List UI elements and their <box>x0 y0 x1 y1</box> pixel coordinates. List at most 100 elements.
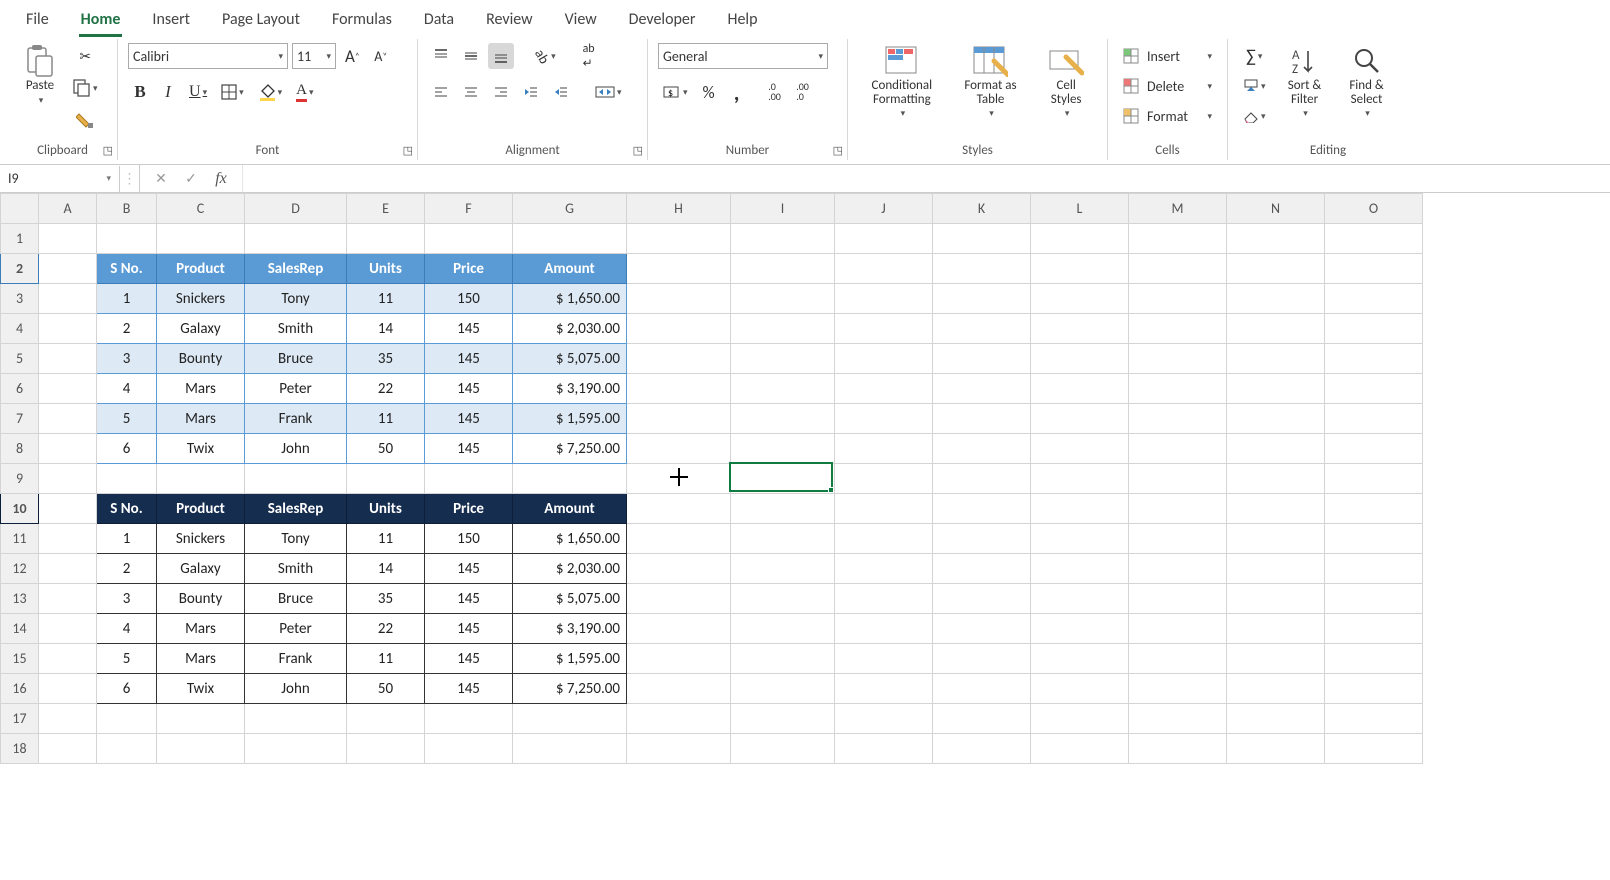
col-header[interactable]: N <box>1227 194 1325 224</box>
cell[interactable] <box>627 224 731 254</box>
cell[interactable]: Bruce <box>245 584 347 614</box>
cell[interactable]: Frank <box>245 644 347 674</box>
cell[interactable] <box>157 464 245 494</box>
accounting-format-button[interactable]: $▾ <box>658 79 693 105</box>
cell[interactable]: 3 <box>97 344 157 374</box>
cell[interactable] <box>1129 374 1227 404</box>
col-header[interactable]: D <box>245 194 347 224</box>
row-header[interactable]: 14 <box>1 614 39 644</box>
decrease-decimal-button[interactable]: .00.0 <box>791 79 815 105</box>
align-right-button[interactable] <box>488 79 514 105</box>
cell[interactable] <box>1129 494 1227 524</box>
cell[interactable]: 11 <box>347 404 425 434</box>
underline-button[interactable]: U▾ <box>184 79 212 105</box>
cell[interactable]: 14 <box>347 314 425 344</box>
cell[interactable] <box>1031 524 1129 554</box>
cell[interactable] <box>1227 494 1325 524</box>
cell[interactable] <box>1227 734 1325 764</box>
cell[interactable] <box>1227 464 1325 494</box>
cell[interactable] <box>245 224 347 254</box>
cell[interactable] <box>1227 284 1325 314</box>
cell[interactable]: 145 <box>425 644 513 674</box>
italic-button[interactable]: I <box>156 79 180 105</box>
cell[interactable]: Snickers <box>157 284 245 314</box>
cell[interactable]: Peter <box>245 614 347 644</box>
cell[interactable] <box>157 734 245 764</box>
cell[interactable] <box>835 464 933 494</box>
row-header[interactable]: 16 <box>1 674 39 704</box>
row-header[interactable]: 11 <box>1 524 39 554</box>
borders-button[interactable]: ▾ <box>216 79 249 105</box>
col-header[interactable]: E <box>347 194 425 224</box>
row-header[interactable]: 3 <box>1 284 39 314</box>
cell[interactable]: $ 7,250.00 <box>513 434 627 464</box>
tab-view[interactable]: View <box>549 4 613 35</box>
number-dialog-launcher[interactable]: ◳ <box>833 144 843 157</box>
cell[interactable] <box>627 434 731 464</box>
cell[interactable] <box>627 524 731 554</box>
cut-button[interactable]: ✂ <box>68 43 103 69</box>
cell[interactable] <box>1031 314 1129 344</box>
cell[interactable] <box>1325 614 1423 644</box>
row-header[interactable]: 9 <box>1 464 39 494</box>
cell[interactable]: John <box>245 434 347 464</box>
cell[interactable] <box>347 464 425 494</box>
col-header[interactable]: A <box>39 194 97 224</box>
col-header[interactable]: C <box>157 194 245 224</box>
cancel-formula-button[interactable]: ✕ <box>146 165 176 192</box>
cell[interactable] <box>1129 434 1227 464</box>
cell[interactable] <box>1325 734 1423 764</box>
cell[interactable]: 50 <box>347 674 425 704</box>
cell[interactable]: 4 <box>97 374 157 404</box>
cell[interactable] <box>1227 704 1325 734</box>
cell[interactable] <box>1325 554 1423 584</box>
cell[interactable]: Mars <box>157 404 245 434</box>
sort-filter-button[interactable]: AZ Sort & Filter▾ <box>1277 43 1333 119</box>
cell[interactable] <box>1227 374 1325 404</box>
col-header[interactable]: H <box>627 194 731 224</box>
delete-cells-button[interactable]: Delete▾ <box>1118 73 1217 99</box>
cell[interactable] <box>627 704 731 734</box>
cell[interactable] <box>513 464 627 494</box>
col-header[interactable]: I <box>731 194 835 224</box>
cell[interactable] <box>1325 314 1423 344</box>
percent-button[interactable]: % <box>697 79 721 105</box>
cell[interactable]: 22 <box>347 374 425 404</box>
cell[interactable]: 2 <box>97 314 157 344</box>
cell[interactable] <box>627 254 731 284</box>
cell[interactable] <box>1031 614 1129 644</box>
cell[interactable] <box>1227 254 1325 284</box>
cell[interactable] <box>835 404 933 434</box>
cell[interactable]: $ 7,250.00 <box>513 674 627 704</box>
col-header[interactable]: G <box>513 194 627 224</box>
cell[interactable]: 150 <box>425 524 513 554</box>
cell[interactable] <box>1031 554 1129 584</box>
cell[interactable] <box>347 224 425 254</box>
align-top-button[interactable] <box>428 43 454 69</box>
cell[interactable]: $ 2,030.00 <box>513 554 627 584</box>
cell[interactable] <box>835 374 933 404</box>
cell[interactable] <box>1325 644 1423 674</box>
wrap-text-button[interactable]: ab↵ <box>577 43 601 69</box>
row-header[interactable]: 2 <box>1 254 39 284</box>
cell[interactable] <box>1227 554 1325 584</box>
cell[interactable] <box>1227 434 1325 464</box>
cell[interactable] <box>731 434 835 464</box>
cell[interactable]: SalesRep <box>245 494 347 524</box>
cell[interactable] <box>627 644 731 674</box>
cell[interactable]: Bounty <box>157 584 245 614</box>
cell[interactable] <box>627 374 731 404</box>
decrease-indent-button[interactable] <box>518 79 544 105</box>
bold-button[interactable]: B <box>128 79 152 105</box>
cell[interactable]: S No. <box>97 494 157 524</box>
font-name-select[interactable]: Calibri▾ <box>128 43 288 69</box>
row-header[interactable]: 17 <box>1 704 39 734</box>
cell[interactable] <box>627 734 731 764</box>
cell[interactable]: 4 <box>97 614 157 644</box>
cell[interactable] <box>425 704 513 734</box>
cell[interactable] <box>1031 644 1129 674</box>
cell[interactable] <box>835 644 933 674</box>
insert-function-button[interactable]: fx <box>206 165 236 192</box>
cell[interactable] <box>933 344 1031 374</box>
cell[interactable]: $ 1,595.00 <box>513 404 627 434</box>
